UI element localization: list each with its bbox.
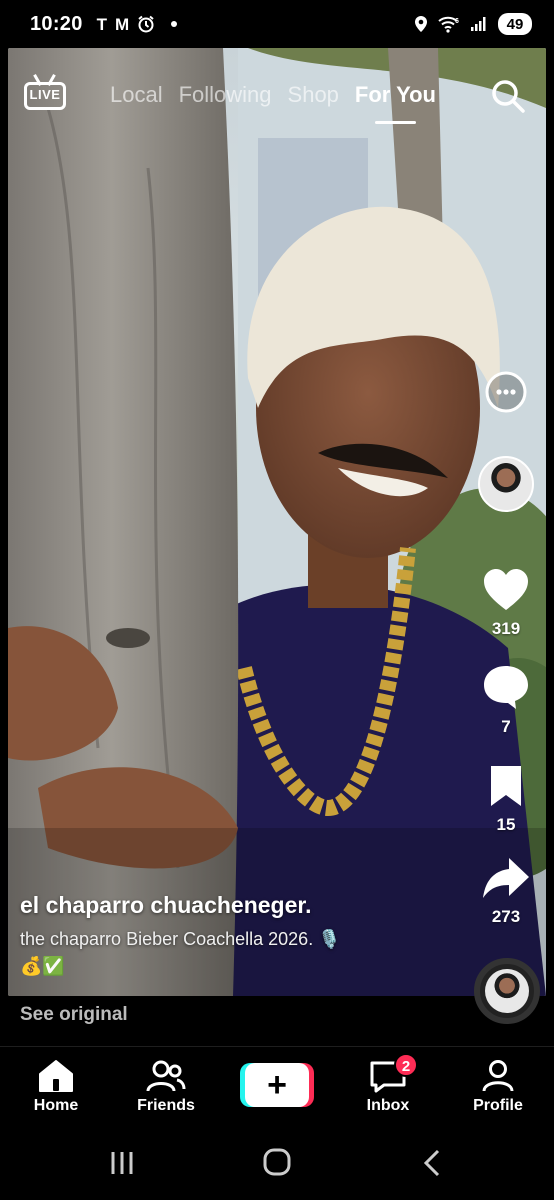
video-frame [8, 48, 546, 996]
alarm-icon [138, 15, 154, 33]
share-button[interactable]: 273 [466, 856, 546, 927]
music-disc-avatar [485, 969, 529, 1013]
chat-bubble-icon [485, 371, 527, 413]
inbox-badge: 2 [394, 1053, 418, 1077]
plus-icon: + [245, 1063, 309, 1107]
gmail-icon: M [115, 14, 130, 34]
share-icon [483, 858, 529, 898]
nav-home[interactable]: Home [6, 1059, 106, 1115]
back-icon[interactable] [412, 1148, 452, 1178]
heart-icon [484, 569, 528, 610]
nav-profile-label: Profile [473, 1097, 523, 1114]
nav-friends[interactable]: Friends [116, 1059, 216, 1115]
ai-assistant-button[interactable] [466, 370, 546, 419]
profile-icon [482, 1060, 514, 1092]
nav-friends-label: Friends [137, 1097, 195, 1114]
share-count: 273 [491, 907, 521, 926]
more-notifications-dot [171, 21, 178, 27]
author-name[interactable]: el chaparro chuacheneger. [20, 892, 460, 919]
battery-indicator: 49 [498, 13, 532, 35]
comment-icon [484, 666, 528, 709]
music-disc-button[interactable] [474, 958, 540, 1024]
create-button[interactable]: + [240, 1063, 314, 1107]
live-label: LIVE [29, 87, 61, 102]
video-description[interactable]: the chaparro Bieber Coachella 2026. 🎙️ [20, 929, 460, 950]
notification-icons: T M [97, 15, 178, 33]
video-caption: el chaparro chuacheneger. the chaparro B… [20, 892, 460, 977]
see-original-link[interactable]: See original [20, 1004, 128, 1026]
comment-button[interactable]: 7 [466, 664, 546, 737]
signal-icon [471, 17, 486, 31]
like-count: 319 [491, 619, 521, 638]
bottom-nav: Home Friends + 2 Inbox Profile [0, 1046, 554, 1126]
nav-home-label: Home [33, 1097, 79, 1114]
status-bar: 10:20 T M 6 49 [0, 0, 554, 48]
nav-profile[interactable]: Profile [448, 1059, 548, 1115]
status-time: 10:20 [30, 12, 83, 35]
bookmark-icon [491, 766, 521, 806]
description-emoji: 💰✅ [20, 956, 65, 976]
feed-top-nav: LIVE Local Following Shop For You [0, 70, 554, 124]
tmobile-icon: T [96, 14, 108, 34]
recent-apps-icon[interactable] [102, 1148, 142, 1178]
creator-avatar [478, 456, 534, 512]
like-button[interactable]: 319 [466, 568, 546, 639]
nav-inbox-label: Inbox [366, 1097, 410, 1114]
live-button[interactable]: LIVE [24, 74, 68, 114]
video-player[interactable] [8, 48, 546, 996]
nav-inbox[interactable]: 2 Inbox [338, 1053, 438, 1115]
home-icon [39, 1060, 73, 1092]
location-icon [415, 16, 427, 32]
svg-text:6: 6 [455, 18, 459, 25]
wifi-icon: 6 [438, 16, 459, 33]
tab-following[interactable]: Following [179, 82, 272, 108]
tab-shop[interactable]: Shop [288, 82, 339, 108]
tab-for-you[interactable]: For You [355, 82, 436, 124]
search-icon[interactable] [490, 78, 526, 114]
comment-count: 7 [501, 717, 511, 736]
creator-avatar-button[interactable] [466, 456, 546, 512]
home-system-icon[interactable] [257, 1148, 297, 1178]
feed-tabs: Local Following Shop For You [110, 82, 436, 124]
save-button[interactable]: 15 [466, 764, 546, 835]
friends-icon [146, 1060, 186, 1092]
save-count: 15 [496, 815, 516, 834]
system-nav-bar [0, 1126, 554, 1200]
tab-local[interactable]: Local [110, 82, 163, 108]
